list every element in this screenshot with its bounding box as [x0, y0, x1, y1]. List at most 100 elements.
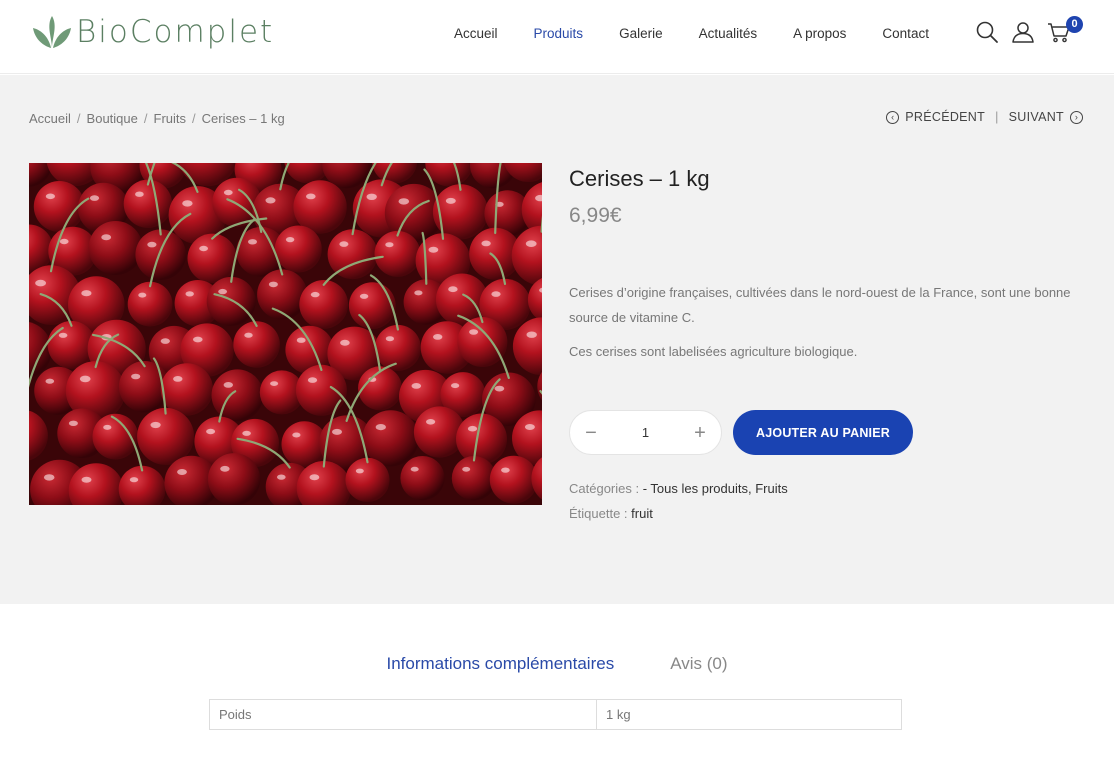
cherry-highlight — [147, 241, 157, 248]
cherry — [374, 324, 421, 371]
nav-item-accueil[interactable]: Accueil — [454, 25, 498, 43]
pager-divider: | — [995, 110, 999, 124]
chevron-left-icon[interactable]: ‹ — [886, 110, 900, 124]
cherry-highlight — [185, 291, 194, 297]
breadcrumb-separator: / — [76, 111, 81, 126]
cherry-highlight — [332, 428, 342, 435]
quantity-decrease-button[interactable]: − — [582, 423, 600, 443]
user-icon[interactable] — [1011, 20, 1037, 46]
cherry — [362, 410, 419, 467]
product-price: 6,99€ — [569, 204, 622, 227]
tag-label: Étiquette : — [569, 506, 628, 521]
cherry-highlight — [340, 339, 350, 346]
cherry-highlight — [339, 241, 349, 247]
breadcrumb-separator: / — [143, 111, 148, 126]
tag-line: Étiquette : fruit — [569, 501, 788, 526]
cherry-highlight — [296, 337, 306, 343]
cart-icon[interactable]: 0 — [1047, 16, 1083, 46]
cherry — [137, 407, 195, 465]
cherry-highlight — [101, 234, 112, 241]
nav-item-galerie[interactable]: Galerie — [619, 25, 663, 43]
breadcrumb-fruits[interactable]: Fruits — [154, 111, 187, 126]
cherry-highlight — [160, 338, 170, 344]
cherry — [187, 233, 237, 283]
tag-link[interactable]: fruit — [631, 506, 653, 521]
cherry-highlight — [398, 198, 410, 205]
site-header: BioComplet Accueil Produits Galerie Actu… — [0, 0, 1114, 74]
cherry-highlight — [414, 290, 423, 296]
cherry-highlight — [285, 237, 295, 243]
attribute-value: 1 kg — [596, 699, 902, 730]
chevron-right-icon[interactable]: › — [1070, 110, 1083, 124]
leaf-logo-icon — [33, 16, 71, 48]
cherry-highlight — [242, 430, 251, 436]
add-to-cart-button[interactable]: AJOUTER AU PANIER — [733, 410, 913, 455]
cherry-highlight — [433, 334, 443, 340]
cherry — [374, 230, 421, 277]
logo[interactable]: BioComplet — [32, 14, 274, 50]
cherry-highlight — [292, 432, 301, 438]
cherry-highlight — [248, 239, 257, 245]
product-tabs: Informations complémentaires Avis (0) — [0, 654, 1114, 674]
tab-additional-info[interactable]: Informations complémentaires — [386, 654, 614, 674]
cherry — [293, 180, 347, 234]
categories-line: Catégories : - Tous les produits, Fruits — [569, 476, 788, 501]
cherries-photo — [29, 163, 542, 505]
cherry-highlight — [150, 421, 161, 429]
cherry — [123, 179, 173, 228]
attribute-name: Poids — [209, 699, 597, 730]
cherry — [489, 455, 538, 504]
cherry-highlight — [501, 467, 510, 473]
cherry-highlight — [59, 238, 69, 245]
cherry-highlight — [103, 424, 112, 430]
cherry — [274, 225, 322, 273]
breadcrumb-accueil[interactable]: Accueil — [29, 111, 71, 126]
cherry — [299, 280, 349, 329]
cherry — [345, 457, 390, 502]
cherry — [295, 364, 347, 416]
cherry-highlight — [359, 293, 369, 299]
cherry-highlight — [375, 424, 386, 431]
quantity-input[interactable] — [615, 425, 676, 440]
cherry-highlight — [182, 200, 193, 207]
cherry-highlight — [177, 469, 187, 475]
cherry — [211, 369, 264, 422]
cherry-highlight — [223, 189, 233, 196]
cherry-highlight — [277, 474, 286, 480]
cherry — [135, 229, 186, 280]
cherry-highlight — [218, 288, 228, 295]
quantity-increase-button[interactable]: + — [691, 423, 709, 443]
header-actions: 0 — [975, 16, 1083, 46]
next-product-link[interactable]: SUIVANT — [1009, 110, 1064, 124]
cherry-highlight — [270, 381, 279, 386]
product-image[interactable] — [29, 163, 542, 505]
nav-item-a-propos[interactable]: A propos — [793, 25, 846, 43]
cherry-highlight — [79, 375, 91, 383]
cherry-highlight — [58, 332, 68, 338]
categories-links[interactable]: - Tous les produits, Fruits — [643, 481, 788, 496]
cherry-highlight — [428, 246, 439, 253]
product-description: Cerises d’origine françaises, cultivées … — [569, 280, 1089, 373]
tab-reviews[interactable]: Avis (0) — [670, 654, 727, 674]
cherry-highlight — [462, 466, 471, 472]
cherry — [207, 453, 261, 505]
table-row: Poids 1 kg — [209, 699, 902, 730]
cherry-highlight — [135, 191, 144, 197]
nav-item-actualites[interactable]: Actualités — [699, 25, 758, 43]
nav-item-contact[interactable]: Contact — [882, 25, 929, 43]
previous-product-link[interactable]: PRÉCÉDENT — [905, 110, 985, 124]
cherry — [457, 317, 508, 367]
search-icon[interactable] — [975, 20, 1001, 46]
cherry-highlight — [310, 291, 320, 298]
cherry-highlight — [411, 383, 422, 389]
cherry — [160, 363, 214, 416]
cherry-highlight — [410, 466, 419, 472]
main-nav: Accueil Produits Galerie Actualités A pr… — [454, 25, 965, 43]
cherry-highlight — [307, 377, 318, 383]
cherry-highlight — [366, 193, 377, 200]
nav-item-produits[interactable]: Produits — [534, 25, 584, 43]
cherry-highlight — [445, 197, 456, 204]
breadcrumb-current: Cerises – 1 kg — [201, 111, 285, 126]
cherry-highlight — [244, 332, 253, 338]
breadcrumb-boutique[interactable]: Boutique — [87, 111, 138, 126]
